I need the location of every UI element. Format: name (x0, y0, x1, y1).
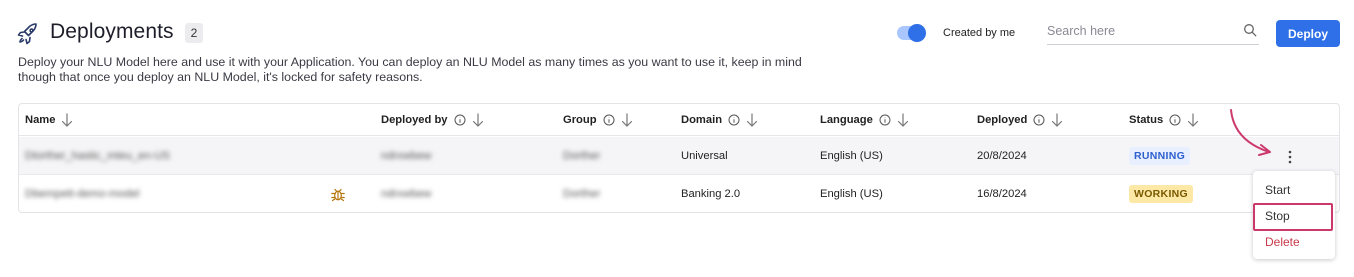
table-header: Name Deployed by Group Domain Language D… (19, 104, 1339, 136)
info-icon[interactable] (603, 114, 615, 126)
cell-group: Dorther (563, 150, 601, 162)
cell-deployed-by: ndrxwbew (381, 188, 432, 200)
status-badge: WORKING (1129, 185, 1194, 203)
page-description: Deploy your NLU Model here and use it wi… (18, 55, 802, 84)
column-header-domain[interactable]: Domain (681, 104, 758, 136)
info-icon[interactable] (728, 114, 740, 126)
cell-deployed-by: ndrxwbew (381, 150, 432, 162)
more-options-icon[interactable] (1285, 149, 1295, 165)
sort-arrow-icon[interactable] (61, 112, 73, 128)
column-label: Status (1129, 114, 1164, 126)
annotation-arrow-icon (1230, 109, 1271, 156)
sort-arrow-icon[interactable] (1187, 112, 1199, 128)
cell-group: Dorther (563, 188, 601, 200)
created-by-me-label: Created by me (943, 27, 1016, 39)
sort-arrow-icon[interactable] (472, 112, 484, 128)
deployments-panel: Deployments 2 Deploy your NLU Model here… (0, 0, 1354, 277)
info-icon[interactable] (879, 114, 891, 126)
status-badge: RUNNING (1129, 147, 1191, 165)
cell-deployed-date: 16/8/2024 (977, 188, 1027, 200)
menu-item-start[interactable]: Start (1265, 183, 1290, 197)
search-icon[interactable] (1243, 23, 1257, 37)
column-header-deployed-by[interactable]: Deployed by (381, 104, 484, 136)
stop-highlight-box (1253, 203, 1333, 231)
toggle-knob (908, 24, 926, 42)
created-by-me-toggle[interactable] (897, 24, 926, 42)
search-box (1047, 19, 1259, 45)
table-row[interactable]: Dbempett-demo-model ndrxwbew Dorther Ban… (19, 175, 1339, 213)
search-input[interactable] (1047, 21, 1232, 41)
column-header-name[interactable]: Name (25, 104, 73, 136)
column-label: Language (820, 114, 873, 126)
info-icon[interactable] (1169, 114, 1181, 126)
cell-status: WORKING (1129, 175, 1194, 213)
cell-name[interactable]: Dtorther_hastic_mteu_en-US (25, 137, 170, 175)
column-label: Domain (681, 114, 723, 126)
cell-language: English (US) (820, 188, 883, 200)
column-label: Deployed (977, 114, 1028, 126)
sort-arrow-icon[interactable] (897, 112, 909, 128)
cell-language: English (US) (820, 150, 883, 162)
sort-arrow-icon[interactable] (621, 112, 633, 128)
column-header-deployed[interactable]: Deployed (977, 104, 1063, 136)
column-label: Name (25, 114, 56, 126)
cell-status: RUNNING (1129, 137, 1191, 175)
column-label: Group (563, 114, 597, 126)
column-header-language[interactable]: Language (820, 104, 909, 136)
table-row[interactable]: Dtorther_hastic_mteu_en-US ndrxwbew Dort… (19, 137, 1339, 175)
bug-icon[interactable] (330, 186, 346, 202)
column-header-group[interactable]: Group (563, 104, 633, 136)
cell-domain: Universal (681, 150, 728, 162)
cell-deployed-date: 20/8/2024 (977, 150, 1027, 162)
sort-arrow-icon[interactable] (1051, 112, 1063, 128)
rocket-icon (17, 23, 37, 45)
column-label: Deployed by (381, 114, 448, 126)
cell-domain: Banking 2.0 (681, 188, 741, 200)
info-icon[interactable] (1033, 114, 1045, 126)
menu-item-delete[interactable]: Delete (1265, 235, 1300, 249)
cell-name[interactable]: Dbempett-demo-model (25, 175, 139, 213)
sort-arrow-icon[interactable] (746, 112, 758, 128)
column-header-status[interactable]: Status (1129, 104, 1199, 136)
deploy-button[interactable]: Deploy (1276, 20, 1340, 47)
deployments-table: Name Deployed by Group Domain Language D… (18, 103, 1340, 213)
page-title: Deployments (50, 20, 174, 43)
deployment-count-badge: 2 (185, 23, 203, 43)
info-icon[interactable] (454, 114, 466, 126)
